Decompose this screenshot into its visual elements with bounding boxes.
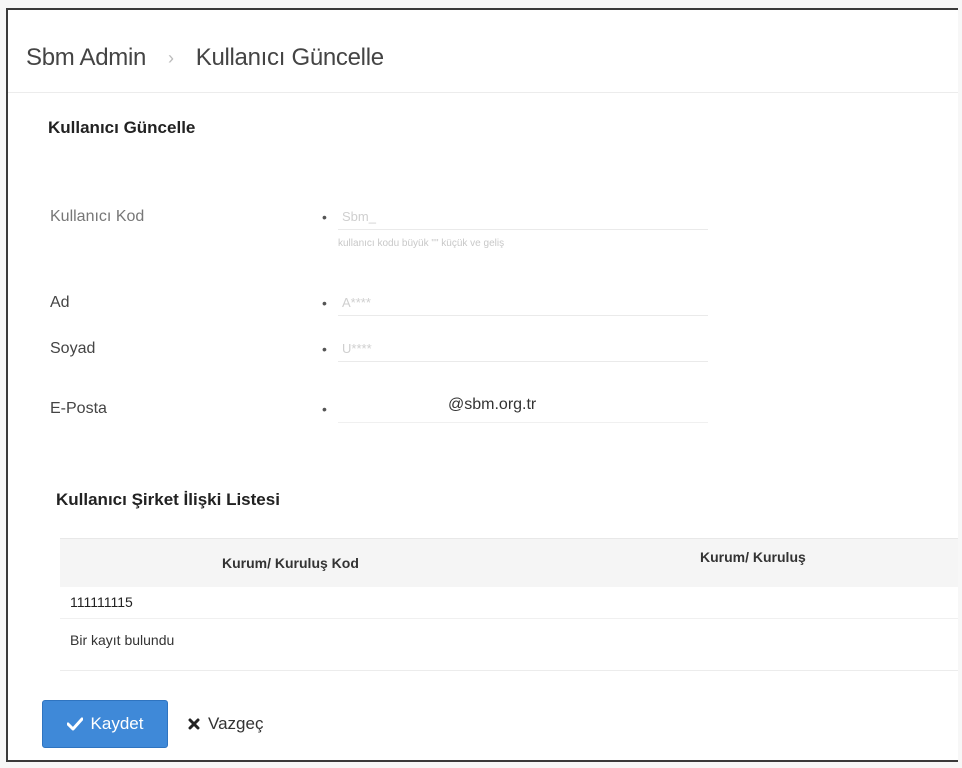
email-label: E-Posta [50, 400, 107, 417]
required-mark: • [322, 295, 327, 311]
table-header: Kurum/ Kuruluş Kod Kurum/ Kuruluş [60, 538, 958, 587]
required-mark: • [322, 341, 327, 357]
last-name-label: Soyad [50, 340, 96, 357]
save-button-label: Kaydet [90, 714, 144, 733]
cancel-button-label: Vazgeç [208, 714, 264, 733]
form-title: Kullanıcı Güncelle [48, 118, 196, 137]
check-icon [66, 717, 83, 731]
email-field[interactable]: @sbm.org.tr [448, 396, 536, 414]
table-cell-code: 111111115 [70, 594, 133, 610]
header-divider [8, 92, 958, 93]
save-button[interactable]: Kaydet [42, 700, 168, 748]
cancel-button[interactable]: Vazgeç [178, 700, 298, 748]
page-frame: Sbm Admin › Kullanıcı Güncelle Kullanıcı… [6, 8, 958, 762]
row-divider [60, 618, 958, 619]
user-code-input[interactable] [338, 204, 708, 230]
user-code-helper: kullanıcı kodu büyük "" küçük ve geliş [338, 238, 505, 249]
required-mark: • [322, 209, 327, 225]
column-header-name[interactable]: Kurum/ Kuruluş [700, 549, 806, 565]
breadcrumb-root[interactable]: Sbm Admin [26, 44, 146, 72]
times-icon [188, 718, 200, 730]
user-code-label: Kullanıcı Kod [50, 208, 145, 225]
chevron-right-icon: › [168, 47, 174, 68]
first-name-label: Ad [50, 294, 70, 311]
last-name-input[interactable] [338, 336, 708, 362]
column-header-code[interactable]: Kurum/ Kuruluş Kod [222, 555, 359, 571]
breadcrumb-current: Kullanıcı Güncelle [195, 44, 384, 71]
first-name-input[interactable] [338, 290, 708, 316]
required-mark: • [322, 401, 327, 417]
record-count: Bir kayıt bulundu [70, 632, 175, 648]
table-row[interactable]: 111111115 [70, 594, 133, 610]
email-underline [338, 422, 708, 423]
footer-divider [60, 670, 958, 671]
relations-title: Kullanıcı Şirket İlişki Listesi [56, 490, 280, 509]
breadcrumb: Sbm Admin › Kullanıcı Güncelle [26, 44, 384, 72]
